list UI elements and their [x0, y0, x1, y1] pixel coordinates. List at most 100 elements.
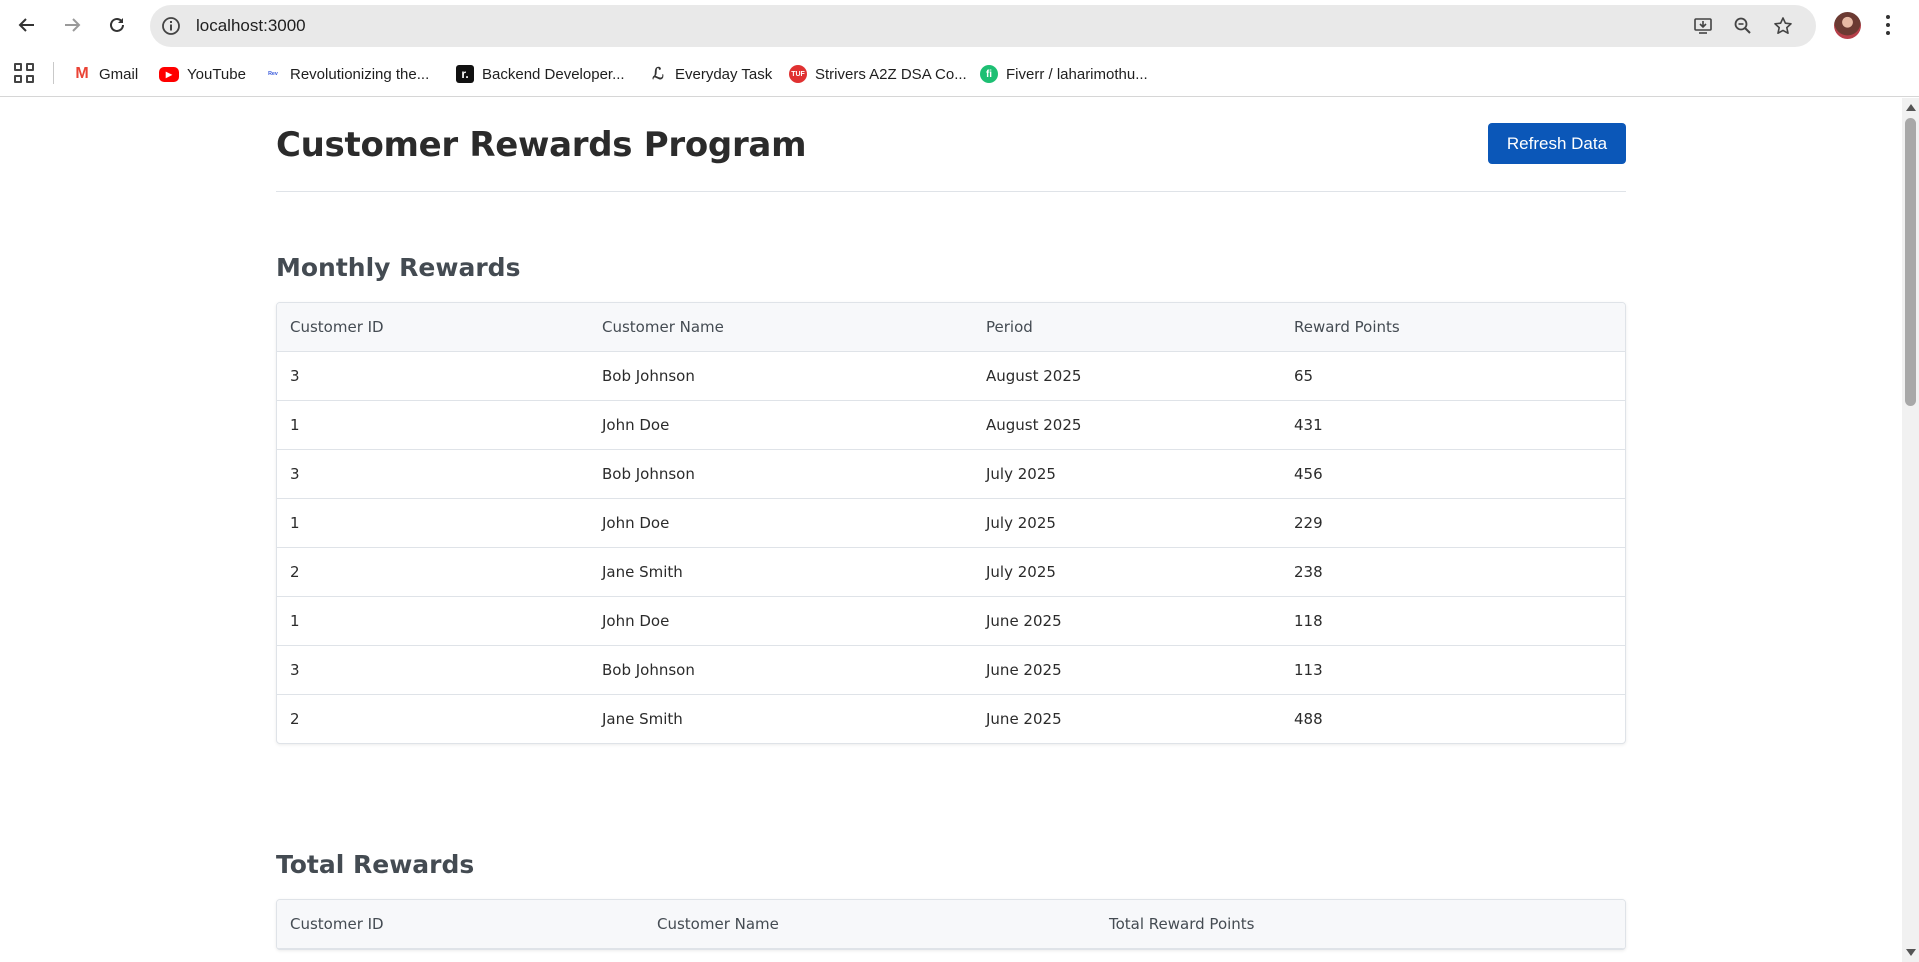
bookmark-label: YouTube: [187, 65, 246, 83]
tuf-icon: TUF: [789, 65, 807, 83]
cell-reward-points: 431: [1281, 400, 1625, 450]
cell-period: June 2025: [973, 596, 1281, 646]
profile-avatar[interactable]: [1834, 12, 1861, 39]
table-row: 3 Bob Johnson July 2025 456: [277, 449, 1625, 499]
table-row: 1 John Doe August 2025 431: [277, 400, 1625, 450]
column-header-reward-points: Reward Points: [1281, 303, 1625, 352]
column-header-customer-name: Customer Name: [644, 900, 1096, 949]
monthly-rewards-heading: Monthly Rewards: [276, 253, 521, 282]
monthly-rewards-table: Customer ID Customer Name Period Reward …: [276, 302, 1626, 744]
cell-customer-id: 3: [277, 645, 589, 695]
bookmarks-divider: [53, 62, 54, 84]
cell-customer-id: 1: [277, 498, 589, 548]
refresh-data-button[interactable]: Refresh Data: [1488, 123, 1626, 164]
table-row: 3 Bob Johnson August 2025 65: [277, 351, 1625, 401]
address-bar[interactable]: localhost:3000: [150, 5, 1816, 47]
page-scrollbar[interactable]: [1902, 98, 1919, 962]
bookmark-everyday-task[interactable]: ℒ Everyday Task: [649, 61, 772, 87]
youtube-icon: ▶: [159, 66, 179, 82]
bookmark-label: Revolutionizing the...: [290, 65, 430, 83]
table-header-row: Customer ID Customer Name Period Reward …: [277, 303, 1625, 352]
scroll-up-arrow-icon[interactable]: [1906, 104, 1916, 111]
cell-customer-id: 2: [290, 709, 300, 728]
bookmark-strivers[interactable]: TUF Strivers A2Z DSA Co...: [789, 61, 967, 87]
cell-customer-id: 3: [277, 351, 589, 401]
bookmark-label: Gmail: [99, 65, 139, 83]
reload-icon: [110, 17, 124, 32]
cell-period: July 2025: [973, 547, 1281, 597]
cell-period: July 2025: [973, 498, 1281, 548]
browser-menu-icon[interactable]: [1885, 15, 1891, 35]
table-row: 3 Bob Johnson June 2025 113: [277, 645, 1625, 695]
forward-button[interactable]: [56, 9, 88, 41]
cell-period: August 2025: [973, 351, 1281, 401]
cell-period: June 2025: [973, 645, 1281, 695]
cell-customer-name: John Doe: [589, 498, 973, 548]
cell-reward-points: 488: [1294, 709, 1323, 728]
cell-reward-points: 118: [1281, 596, 1625, 646]
cell-customer-id: 1: [277, 596, 589, 646]
column-header-customer-id: Customer ID: [277, 900, 644, 949]
roadmap-icon: r.: [456, 65, 474, 83]
cell-customer-name: Jane Smith: [602, 709, 683, 728]
bookmark-star-icon[interactable]: [1773, 16, 1793, 36]
bookmark-youtube[interactable]: ▶ YouTube: [159, 61, 246, 87]
cell-reward-points: 65: [1281, 351, 1625, 401]
bookmarks-bar: M Gmail ▶ YouTube ᴿᵉᵛ Revolutionizing th…: [0, 50, 1919, 97]
bookmark-backend-developer[interactable]: r. Backend Developer...: [456, 61, 625, 87]
cell-customer-name: Bob Johnson: [589, 645, 973, 695]
app-container: Customer Rewards Program Refresh Data Mo…: [276, 98, 1626, 950]
zoom-icon[interactable]: [1733, 16, 1753, 36]
page-title: Customer Rewards Program: [276, 125, 807, 165]
site-info-icon[interactable]: [161, 16, 181, 36]
bookmark-revolutionizing[interactable]: ᴿᵉᵛ Revolutionizing the...: [264, 61, 429, 87]
cell-reward-points: 238: [1281, 547, 1625, 597]
bookmark-label: Backend Developer...: [482, 65, 625, 83]
url-text: localhost:3000: [196, 16, 306, 35]
bookmark-fiverr[interactable]: fi Fiverr / laharimothu...: [980, 61, 1148, 87]
app-header: Customer Rewards Program Refresh Data: [276, 98, 1626, 192]
table-row: 2 Jane Smith July 2025 238: [277, 547, 1625, 597]
bookmark-label: Strivers A2Z DSA Co...: [815, 65, 967, 83]
apps-grid-icon[interactable]: [14, 63, 34, 83]
cell-customer-id: 2: [277, 547, 589, 597]
bookmark-label: Fiverr / laharimothu...: [1006, 65, 1148, 83]
cell-customer-id: 3: [277, 449, 589, 499]
cell-reward-points: 456: [1281, 449, 1625, 499]
reload-button[interactable]: [101, 9, 133, 41]
cell-customer-id: 1: [277, 400, 589, 450]
total-rewards-table: Customer ID Customer Name Total Reward P…: [276, 899, 1626, 950]
site-icon: ᴿᵉᵛ: [268, 69, 278, 79]
column-header-customer-name: Customer Name: [589, 303, 973, 352]
fiverr-icon: fi: [980, 65, 998, 83]
cell-period: August 2025: [973, 400, 1281, 450]
table-row: 1 John Doe June 2025 118: [277, 596, 1625, 646]
forward-arrow-icon: [65, 18, 81, 32]
leetcode-icon: ℒ: [652, 66, 664, 83]
total-rewards-heading: Total Rewards: [276, 850, 475, 879]
cell-customer-name: Jane Smith: [589, 547, 973, 597]
back-button[interactable]: [11, 9, 43, 41]
column-header-total-reward-points: Total Reward Points: [1096, 900, 1625, 949]
back-arrow-icon: [18, 18, 34, 32]
cell-period: July 2025: [973, 449, 1281, 499]
column-header-customer-id: Customer ID: [277, 303, 589, 352]
page-viewport: Customer Rewards Program Refresh Data Mo…: [0, 98, 1919, 962]
cell-reward-points: 229: [1281, 498, 1625, 548]
table-row: 1 John Doe July 2025 229: [277, 498, 1625, 548]
cell-customer-name: Bob Johnson: [589, 449, 973, 499]
bookmark-label: Everyday Task: [675, 65, 773, 83]
cell-customer-name: John Doe: [589, 400, 973, 450]
cell-customer-name: Bob Johnson: [589, 351, 973, 401]
cell-reward-points: 113: [1281, 645, 1625, 695]
table-row: 2 Jane Smith June 2025 488: [277, 694, 1625, 743]
gmail-icon: M: [75, 65, 89, 82]
install-app-icon[interactable]: [1693, 16, 1713, 36]
scroll-down-arrow-icon[interactable]: [1906, 949, 1916, 956]
cell-customer-name: John Doe: [589, 596, 973, 646]
column-header-period: Period: [973, 303, 1281, 352]
scrollbar-thumb[interactable]: [1905, 118, 1916, 406]
bookmark-gmail[interactable]: M Gmail: [73, 61, 138, 87]
cell-period: June 2025: [986, 709, 1062, 728]
table-header-row: Customer ID Customer Name Total Reward P…: [277, 900, 1625, 949]
